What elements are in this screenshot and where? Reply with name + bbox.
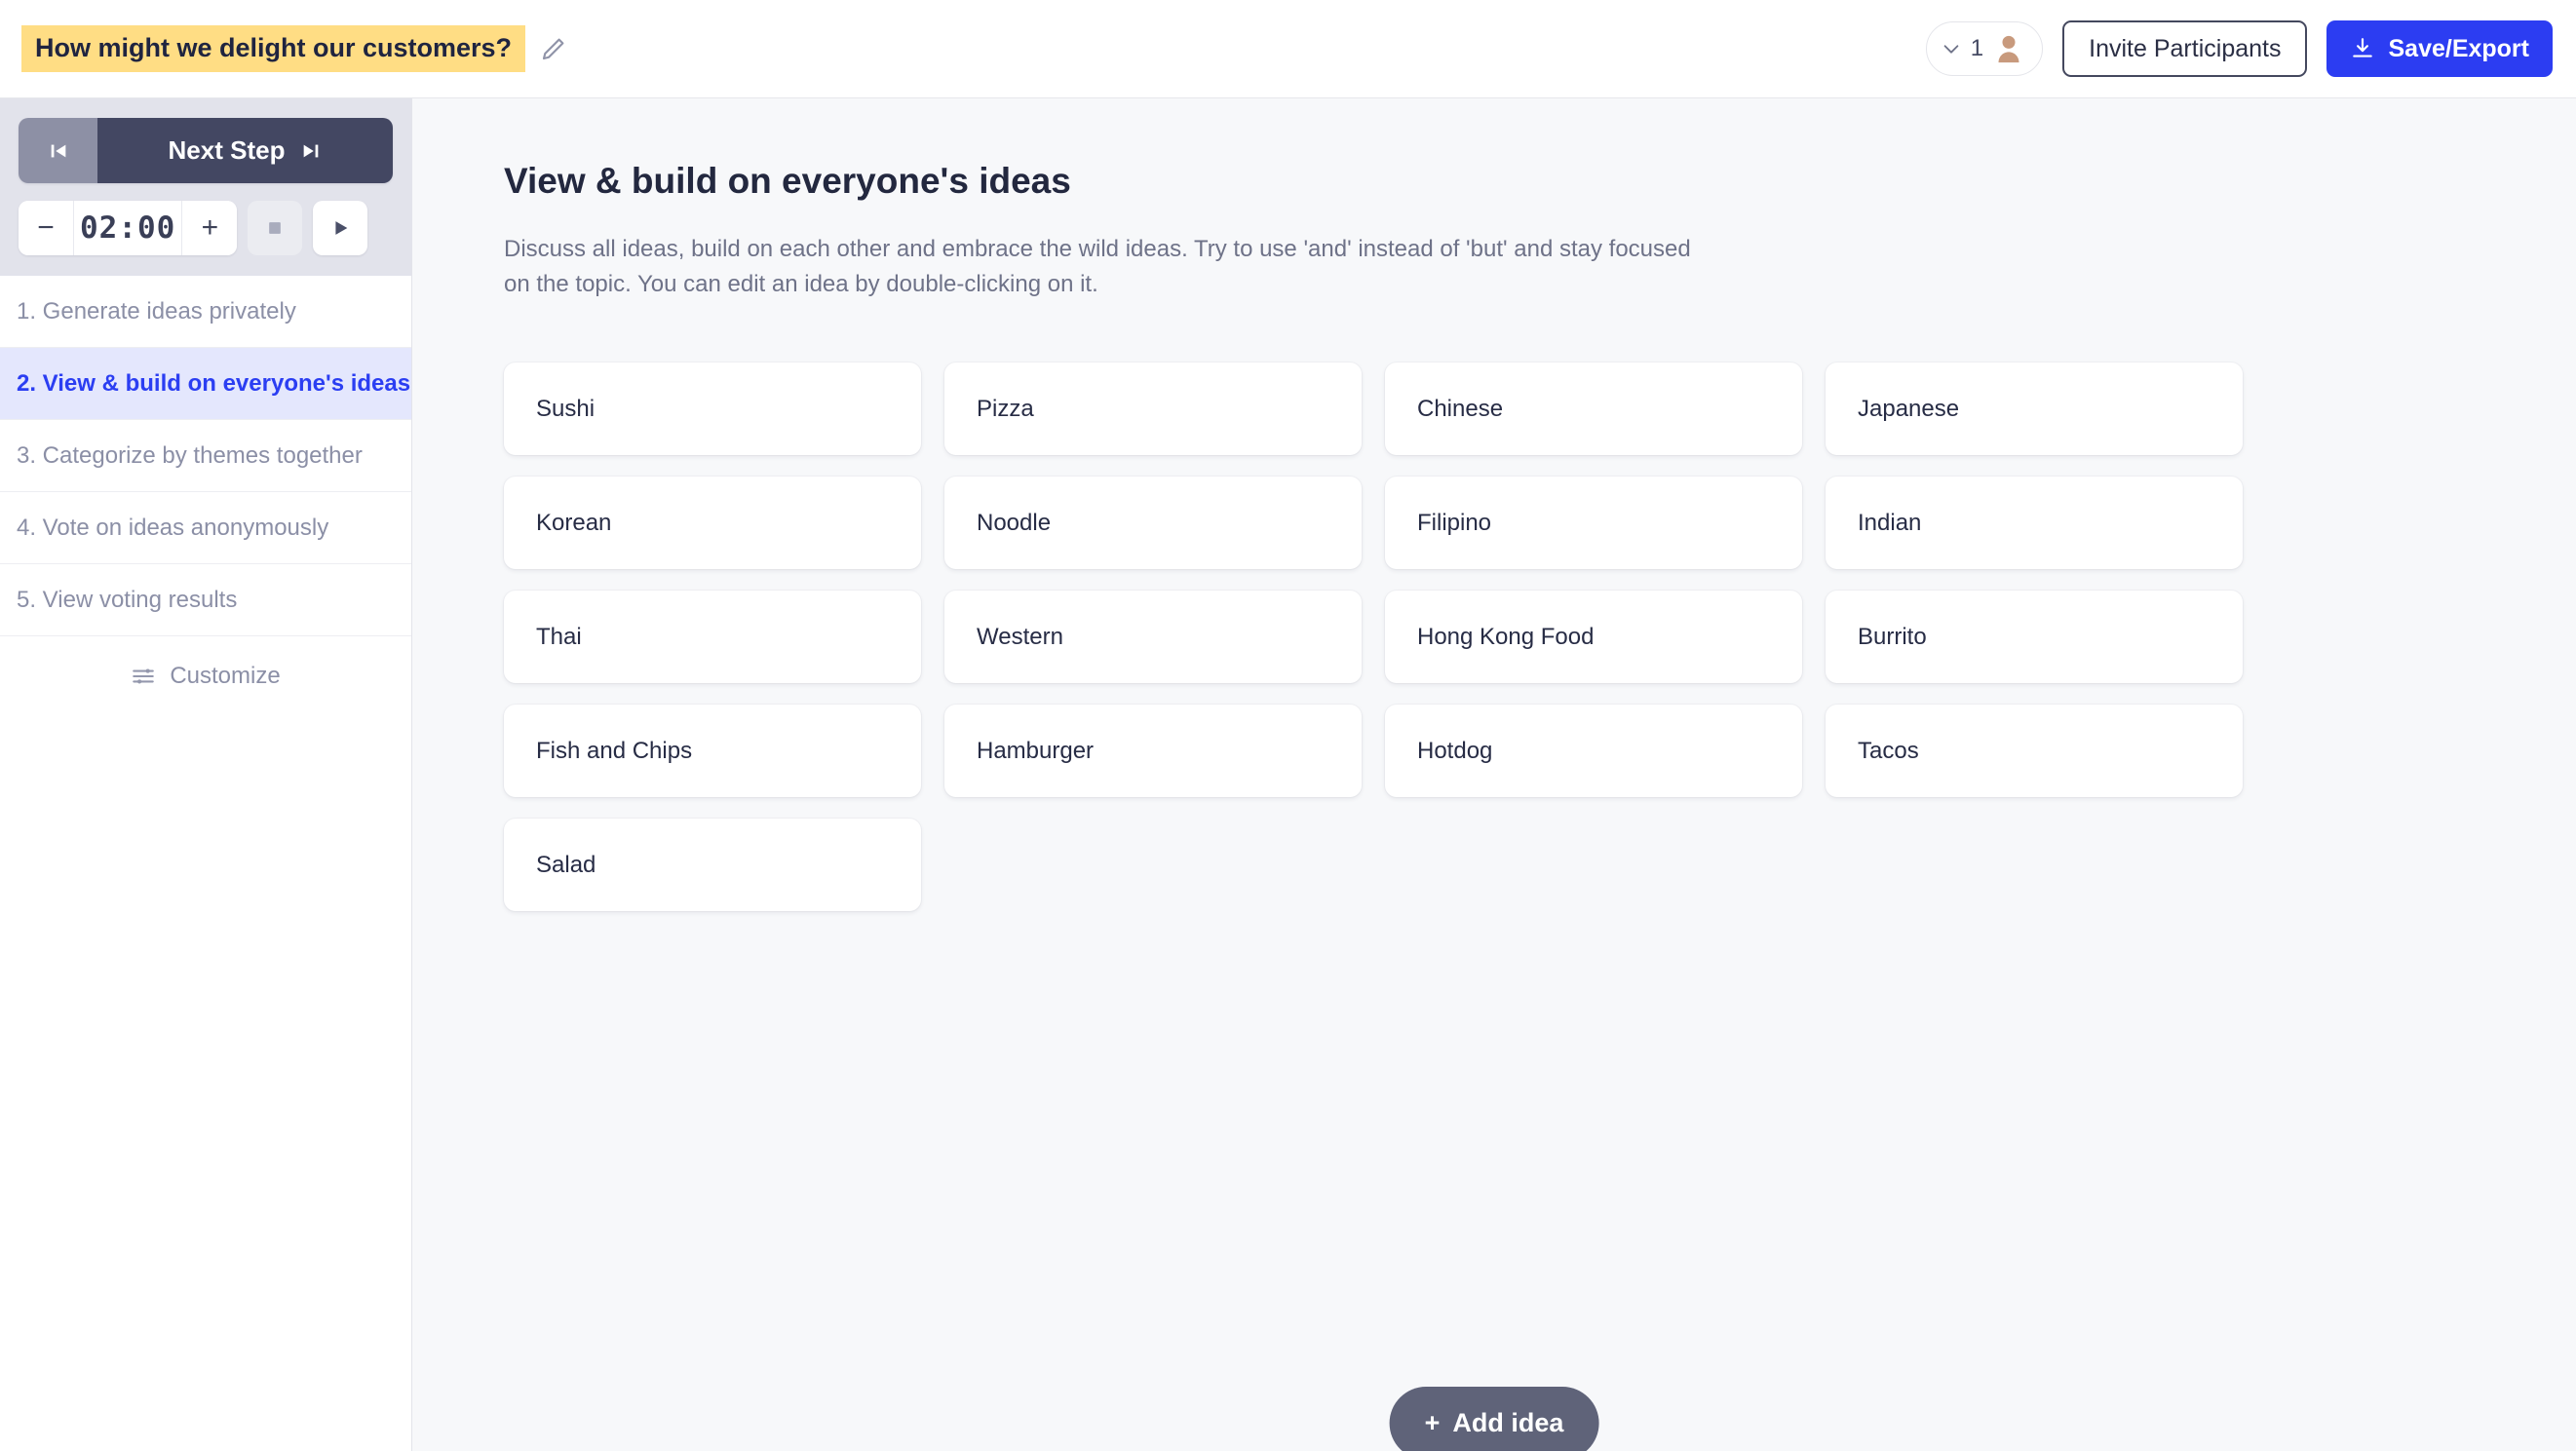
- add-idea-button[interactable]: + Add idea: [1389, 1387, 1599, 1451]
- idea-card[interactable]: Hotdog: [1385, 705, 1802, 797]
- timer-increase-button[interactable]: +: [182, 201, 238, 255]
- ideas-grid: Sushi Pizza Chinese Japanese Korean Nood…: [504, 363, 2258, 911]
- next-step-button[interactable]: Next Step: [97, 118, 393, 183]
- idea-card[interactable]: Burrito: [1826, 591, 2243, 683]
- play-icon: [335, 221, 348, 235]
- previous-step-button[interactable]: [19, 118, 97, 183]
- idea-card[interactable]: Japanese: [1826, 363, 2243, 455]
- person-avatar-icon: [1998, 35, 2019, 63]
- save-export-button[interactable]: Save/Export: [2326, 20, 2553, 77]
- session-title-group: How might we delight our customers?: [21, 24, 568, 73]
- idea-card[interactable]: Chinese: [1385, 363, 1802, 455]
- next-step-label: Next Step: [168, 135, 286, 165]
- invite-participants-button[interactable]: Invite Participants: [2062, 20, 2308, 77]
- skip-previous-icon: [51, 144, 65, 157]
- timer-group: − 02:00 +: [19, 201, 238, 255]
- timer-value[interactable]: 02:00: [74, 201, 181, 255]
- idea-card[interactable]: Indian: [1826, 477, 2243, 569]
- plus-icon: +: [1424, 1408, 1441, 1437]
- add-idea-label: Add idea: [1452, 1408, 1564, 1437]
- participants-count: 1: [1970, 35, 1984, 61]
- sidebar-step-4[interactable]: 4. Vote on ideas anonymously: [0, 492, 411, 564]
- idea-card[interactable]: Hong Kong Food: [1385, 591, 1802, 683]
- timer-stop-button[interactable]: [248, 201, 303, 255]
- sidebar-controls: Next Step − 02:00 +: [0, 98, 411, 276]
- idea-card[interactable]: Pizza: [944, 363, 1362, 455]
- download-icon: [2353, 38, 2373, 57]
- main-content: View & build on everyone's ideas Discuss…: [412, 98, 2576, 1451]
- step-navigation: Next Step: [19, 118, 393, 183]
- timer-decrease-button[interactable]: −: [19, 201, 73, 255]
- idea-card[interactable]: Fish and Chips: [504, 705, 921, 797]
- steps-list: 1. Generate ideas privately 2. View & bu…: [0, 276, 411, 636]
- idea-card[interactable]: Western: [944, 591, 1362, 683]
- stop-icon: [269, 222, 282, 234]
- page-description: Discuss all ideas, build on each other a…: [504, 236, 1691, 297]
- customize-button[interactable]: Customize: [0, 636, 411, 716]
- idea-card[interactable]: Korean: [504, 477, 921, 569]
- chevron-down-icon: [1943, 45, 1959, 54]
- topbar-actions: 1 Invite Participants Save/Export: [1925, 20, 2553, 77]
- idea-card[interactable]: Noodle: [944, 477, 1362, 569]
- sidebar-step-5[interactable]: 5. View voting results: [0, 564, 411, 636]
- top-bar: How might we delight our customers? 1 In…: [0, 0, 2576, 98]
- session-title: How might we delight our customers?: [21, 24, 526, 73]
- sidebar: Next Step − 02:00 + 1. Generate ideas pr…: [0, 98, 412, 1451]
- save-export-label: Save/Export: [2388, 34, 2529, 62]
- idea-card[interactable]: Salad: [504, 819, 921, 911]
- idea-card[interactable]: Filipino: [1385, 477, 1802, 569]
- sidebar-step-1[interactable]: 1. Generate ideas privately: [0, 276, 411, 348]
- edit-title-pencil-icon[interactable]: [539, 34, 568, 63]
- sidebar-step-3[interactable]: 3. Categorize by themes together: [0, 420, 411, 492]
- idea-card[interactable]: Tacos: [1826, 705, 2243, 797]
- idea-card[interactable]: Thai: [504, 591, 921, 683]
- sidebar-step-2[interactable]: 2. View & build on everyone's ideas: [0, 348, 411, 420]
- participants-pill[interactable]: 1: [1925, 21, 2044, 76]
- customize-label: Customize: [170, 663, 281, 689]
- tune-sliders-icon: [133, 668, 155, 684]
- timer-play-button[interactable]: [313, 201, 368, 255]
- skip-next-icon: [304, 144, 319, 157]
- timer-controls: − 02:00 +: [19, 201, 393, 255]
- page-title: View & build on everyone's ideas: [504, 161, 1071, 201]
- idea-card[interactable]: Hamburger: [944, 705, 1362, 797]
- idea-card[interactable]: Sushi: [504, 363, 921, 455]
